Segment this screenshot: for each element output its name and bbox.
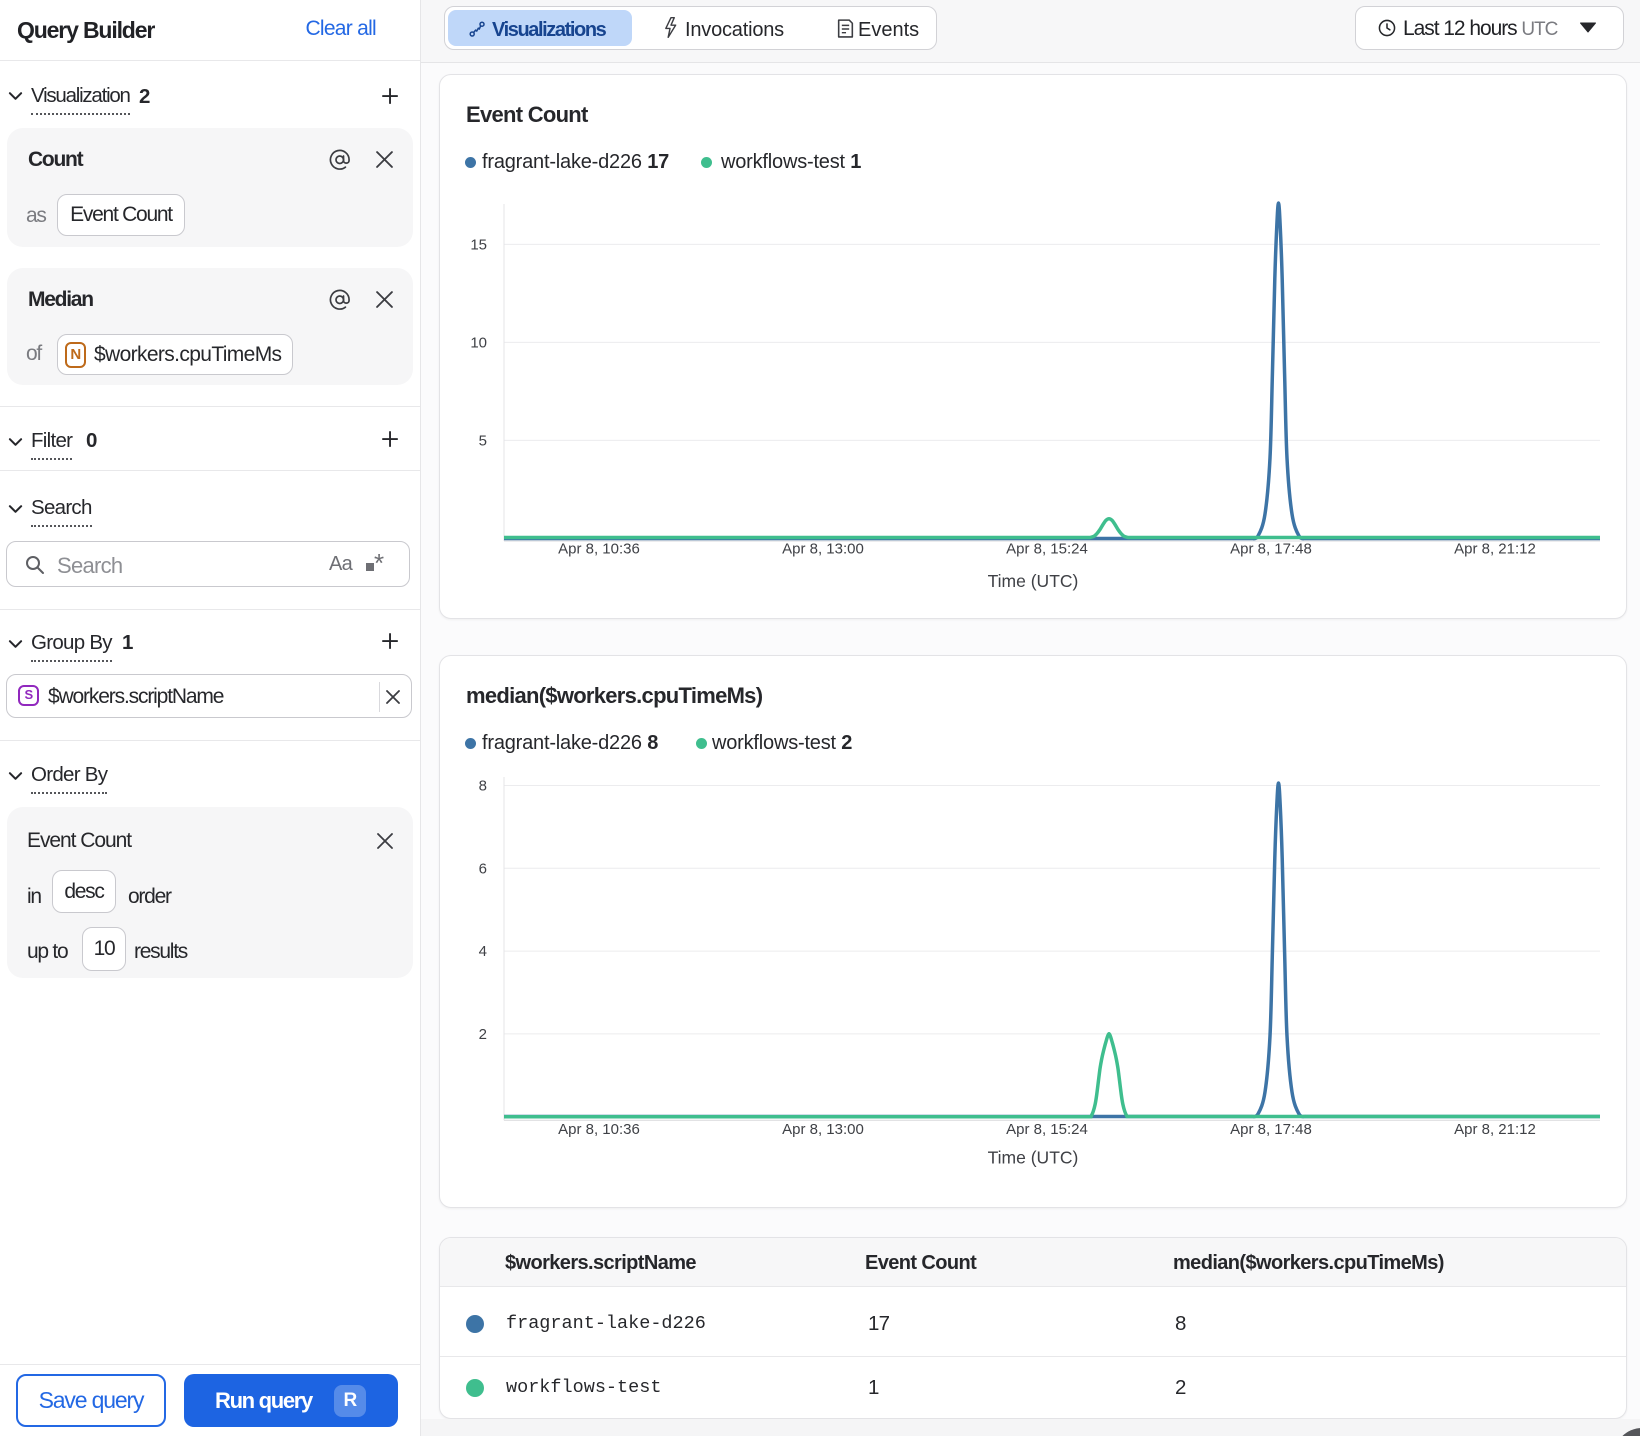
svg-text:6: 6 [479, 860, 487, 877]
svg-text:4: 4 [479, 943, 487, 960]
svg-text:Apr 8, 15:24: Apr 8, 15:24 [1006, 541, 1088, 558]
svg-text:Apr 8, 17:48: Apr 8, 17:48 [1230, 541, 1312, 558]
svg-text:Apr 8, 13:00: Apr 8, 13:00 [782, 1121, 864, 1138]
svg-text:Apr 8, 17:48: Apr 8, 17:48 [1230, 1121, 1312, 1138]
svg-text:Apr 8, 21:12: Apr 8, 21:12 [1454, 541, 1536, 558]
svg-text:Apr 8, 10:36: Apr 8, 10:36 [558, 541, 640, 558]
svg-text:Apr 8, 10:36: Apr 8, 10:36 [558, 1121, 640, 1138]
svg-text:5: 5 [479, 432, 487, 449]
svg-text:Apr 8, 15:24: Apr 8, 15:24 [1006, 1121, 1088, 1138]
svg-text:8: 8 [479, 778, 487, 795]
svg-text:2: 2 [479, 1026, 487, 1043]
svg-text:10: 10 [470, 334, 487, 351]
svg-text:Apr 8, 21:12: Apr 8, 21:12 [1454, 1121, 1536, 1138]
svg-text:15: 15 [470, 236, 487, 253]
svg-text:Time (UTC): Time (UTC) [988, 571, 1079, 591]
svg-text:Time (UTC): Time (UTC) [988, 1148, 1079, 1168]
svg-text:Apr 8, 13:00: Apr 8, 13:00 [782, 541, 864, 558]
